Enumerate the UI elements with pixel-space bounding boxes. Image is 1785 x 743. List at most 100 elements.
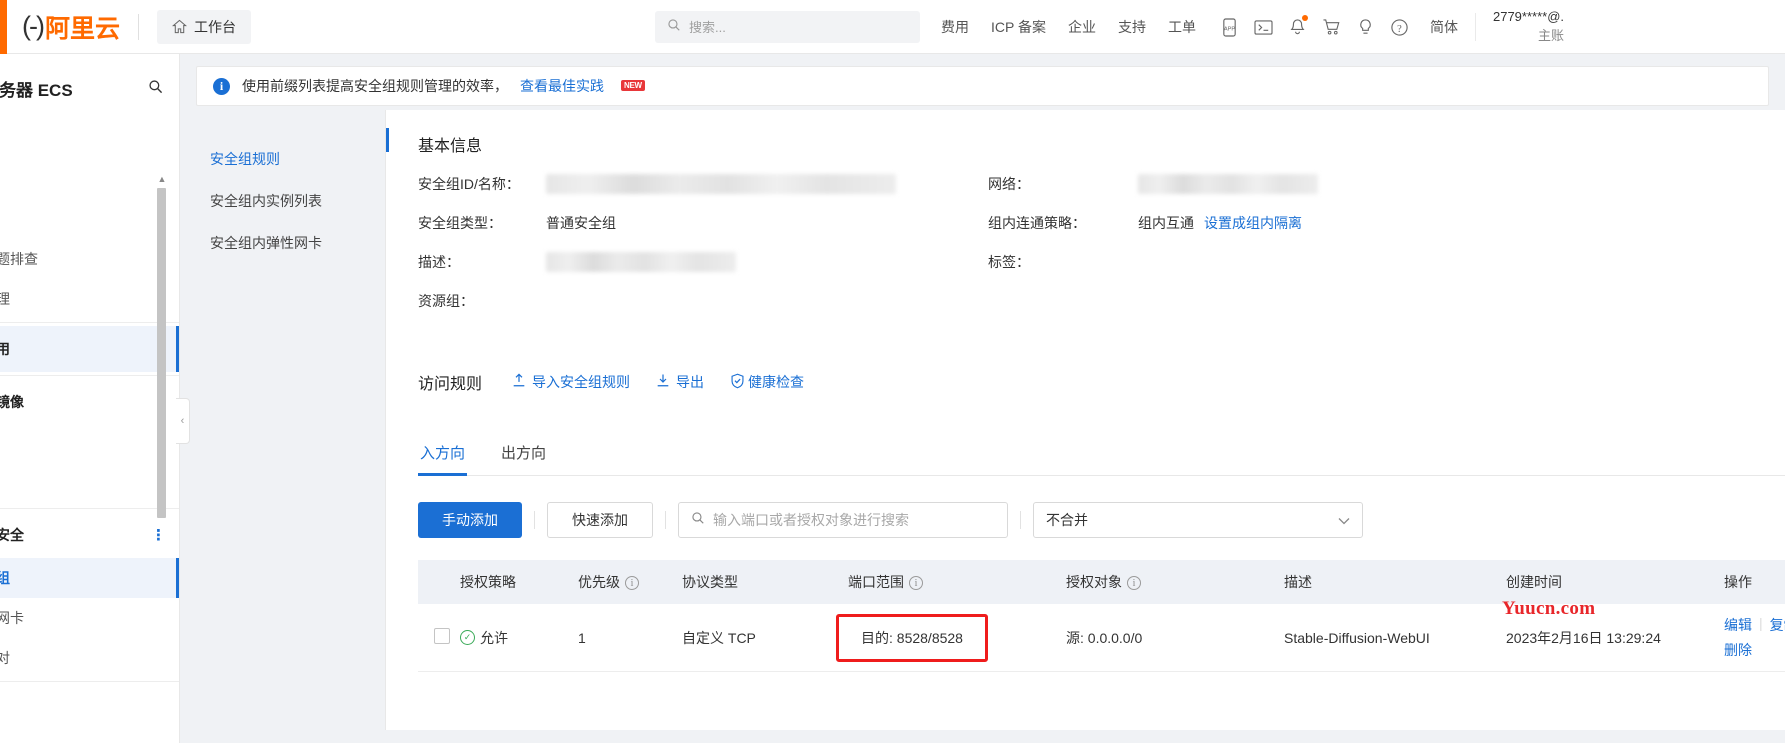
info-label: 标签：	[988, 254, 1030, 270]
subnav-item-security-group-rules[interactable]: 安全组规则	[210, 138, 385, 180]
nav-link-support[interactable]: 支持	[1107, 17, 1157, 37]
header-policy: 授权策略	[460, 574, 516, 590]
toolbar-divider	[1020, 511, 1021, 529]
set-isolation-link[interactable]: 设置成组内隔离	[1204, 213, 1302, 233]
svg-text:?: ?	[1398, 23, 1403, 34]
sidebar-item-label: 全组	[0, 568, 10, 588]
help-icon[interactable]: ?	[1383, 10, 1417, 44]
info-label: 安全组ID/名称：	[418, 176, 520, 192]
copy-link[interactable]: 复制	[1770, 615, 1785, 635]
top-nav-icons: APP ?	[1213, 10, 1417, 44]
info-row-description: 描述：	[418, 252, 988, 291]
sidebar-group-label: 与安全	[0, 527, 24, 543]
quick-add-button[interactable]: 快速添加	[547, 502, 653, 538]
sidebar-group-network-security[interactable]: 与安全 ⋮	[0, 512, 179, 558]
cart-icon[interactable]	[1315, 10, 1349, 44]
scrollbar-thumb[interactable]	[157, 188, 166, 518]
home-icon	[171, 19, 188, 34]
sidebar-item-troubleshoot[interactable]: 问题排查	[0, 239, 179, 279]
new-badge: NEW	[621, 79, 645, 91]
info-icon[interactable]: i	[625, 576, 639, 591]
workbench-button[interactable]: 工作台	[157, 9, 251, 44]
app-icon[interactable]: APP	[1213, 10, 1247, 44]
sidebar-item-assistant[interactable]: 手	[0, 159, 179, 199]
header-port-label: 端口范围	[848, 574, 904, 590]
delete-link[interactable]: 删除	[1724, 642, 1752, 658]
subnav-item-eni-list[interactable]: 安全组内弹性网卡	[210, 222, 385, 264]
basic-info-title: 基本信息	[386, 110, 1785, 156]
logo-divider	[138, 13, 139, 40]
row-protocol-cell: 自定义 TCP	[682, 629, 756, 646]
sidebar-group-instances-images[interactable]: 与镜像 ⋮	[0, 379, 179, 425]
banner-text: 使用前缀列表提高安全组规则管理的效率，	[242, 78, 508, 94]
nav-link-icp[interactable]: ICP 备案	[980, 17, 1057, 37]
chevron-up-icon[interactable]: ▲	[157, 174, 167, 184]
terminal-icon[interactable]	[1247, 10, 1281, 44]
search-icon[interactable]	[148, 79, 163, 99]
sidebar-item-overview[interactable]: 览	[0, 119, 179, 159]
banner-link[interactable]: 查看最佳实践	[520, 76, 604, 96]
info-value: 普通安全组	[546, 215, 616, 231]
row-target-cell: 源: 0.0.0.0/0	[1066, 629, 1143, 646]
info-value	[546, 174, 896, 194]
rules-search-input[interactable]	[713, 512, 995, 528]
sidebar-collapse-button[interactable]: ‹	[176, 398, 190, 444]
import-rules-button[interactable]: 导入安全组规则	[512, 372, 630, 392]
tab-outbound[interactable]: 出方向	[499, 432, 548, 475]
info-icon: i	[213, 77, 230, 95]
topbar-divider	[1474, 13, 1476, 41]
app-root: (-) 阿里云 工作台 费用 ICP 备案 企业 支持 工单 APP	[0, 0, 1785, 743]
language-switcher[interactable]: 简体	[1417, 17, 1471, 37]
sidebar-item-keypair[interactable]: 钥对	[0, 638, 179, 678]
global-search[interactable]	[655, 11, 920, 43]
global-search-input[interactable]	[689, 19, 908, 35]
export-button[interactable]: 导出	[656, 372, 704, 392]
info-label: 描述：	[418, 254, 460, 270]
merge-mode-select[interactable]: 不合并	[1033, 502, 1363, 538]
tab-inbound[interactable]: 入方向	[418, 432, 468, 476]
manual-add-button[interactable]: 手动添加	[418, 502, 522, 538]
info-icon[interactable]: i	[1127, 576, 1141, 591]
sidebar-item-search[interactable]: 索	[0, 199, 179, 239]
health-check-button[interactable]: 健康检查	[730, 372, 804, 392]
nav-link-fee[interactable]: 费用	[930, 17, 980, 37]
info-row-internal-policy: 组内连通策略： 组内互通 设置成组内隔离	[988, 213, 1508, 252]
lightbulb-icon[interactable]	[1349, 10, 1383, 44]
subnav-item-instance-list[interactable]: 安全组内实例列表	[210, 180, 385, 222]
nav-link-ticket[interactable]: 工单	[1157, 17, 1207, 37]
export-label: 导出	[676, 374, 705, 390]
top-nav-links: 费用 ICP 备案 企业 支持 工单 APP ? 简体 2779*****@. …	[930, 0, 1564, 54]
edit-link[interactable]: 编辑	[1724, 615, 1752, 635]
nav-link-enterprise[interactable]: 企业	[1057, 17, 1107, 37]
sidebar-scrollbar[interactable]: ▲	[157, 174, 167, 564]
bell-icon[interactable]	[1281, 10, 1315, 44]
info-value	[1138, 174, 1318, 194]
rules-table: 授权策略 优先级 i 协议类型 端口范围 i 授权对象 i 描述 创建时间 操作…	[418, 560, 1785, 672]
table-row: ✓ 允许 1 自定义 TCP 目的: 8528/8528 源: 0.0.0.0/…	[418, 604, 1785, 672]
policy-label: 允许	[480, 629, 508, 646]
left-sidebar: 服务器 ECS 览 手 索 问题排查 管理 常用	[0, 54, 180, 743]
rules-search[interactable]	[678, 502, 1008, 538]
sidebar-item-label: 管理	[0, 289, 10, 309]
sidebar-item-label: 性网卡	[0, 610, 24, 626]
header-priority: 优先级 i	[578, 572, 682, 592]
upload-icon	[512, 373, 526, 391]
account-menu[interactable]: 2779*****@. 主账	[1480, 8, 1564, 46]
logo-text: 阿里云	[44, 13, 120, 43]
sidebar-item-label: 钥对	[0, 648, 10, 668]
info-row-security-group-type: 安全组类型： 普通安全组	[418, 213, 988, 252]
aliyun-logo[interactable]: (-) 阿里云	[22, 0, 120, 54]
sidebar-item-management[interactable]: 管理	[0, 279, 179, 319]
info-icon[interactable]: i	[909, 576, 923, 591]
basic-info-grid: 安全组ID/名称： 安全组类型： 普通安全组 描述： 资源组： 网络： 组内连通…	[386, 156, 1785, 330]
row-checkbox[interactable]	[434, 628, 450, 644]
sidebar-item-eni[interactable]: 性网卡	[0, 598, 179, 638]
sidebar-item-security-group[interactable]: 全组	[0, 558, 179, 598]
basic-info-left-column: 安全组ID/名称： 安全组类型： 普通安全组 描述： 资源组：	[418, 174, 988, 330]
account-name: 2779*****@.	[1492, 9, 1565, 25]
sidebar-item-image[interactable]: 像	[0, 465, 179, 505]
search-icon	[691, 511, 705, 530]
sidebar-group-frequent[interactable]: 常用 ⋮	[0, 326, 179, 372]
info-row-tags: 标签：	[988, 252, 1508, 291]
sidebar-item-instance[interactable]: 例	[0, 425, 179, 465]
